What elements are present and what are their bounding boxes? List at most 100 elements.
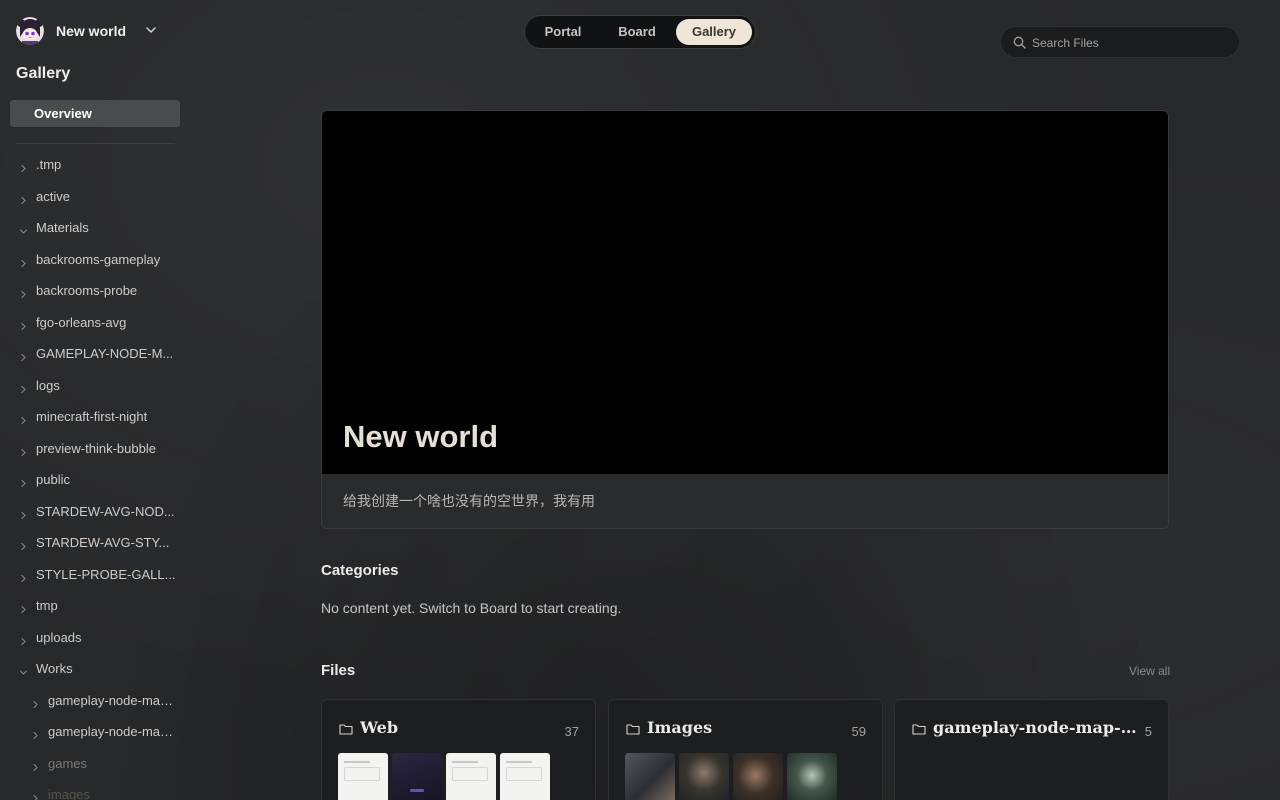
tab-board[interactable]: Board bbox=[615, 19, 659, 45]
tree-item-label: minecraft-first-night bbox=[36, 409, 148, 424]
categories-heading: Categories bbox=[321, 562, 399, 579]
chevron-down-icon[interactable] bbox=[144, 23, 158, 37]
hero-title: New world bbox=[343, 419, 499, 454]
chevron-right-icon[interactable] bbox=[19, 601, 28, 614]
chevron-right-icon[interactable] bbox=[19, 286, 28, 299]
tree-item[interactable]: STARDEW-AVG-NOD... bbox=[0, 496, 190, 528]
tree-item[interactable]: GAMEPLAY-NODE-M... bbox=[0, 338, 190, 370]
chevron-right-icon[interactable] bbox=[19, 444, 28, 456]
chevron-right-icon[interactable] bbox=[19, 538, 28, 551]
chevron-right-icon[interactable] bbox=[31, 696, 40, 708]
chevron-right-icon[interactable] bbox=[19, 475, 28, 488]
overview-button[interactable]: Overview bbox=[10, 100, 180, 127]
sidebar: New world Gallery Overview .tmp active Mat… bbox=[0, 0, 190, 800]
image-thumbnail[interactable] bbox=[733, 753, 783, 800]
hero-description: 给我创建一个啥也没有的空世界，我有用 bbox=[343, 493, 595, 509]
chevron-right-icon[interactable] bbox=[19, 381, 28, 393]
folder-tree: .tmp active Materials backrooms-gameplay bac… bbox=[0, 149, 190, 800]
tree-item[interactable]: uploads bbox=[0, 622, 190, 654]
tree-item-label: active bbox=[36, 188, 70, 204]
chevron-down-icon[interactable] bbox=[19, 664, 28, 675]
file-count: 37 bbox=[564, 724, 579, 739]
workspace-name: New world bbox=[56, 23, 127, 39]
tree-item[interactable]: STYLE-PROBE-GALL... bbox=[0, 559, 190, 591]
card-header: Images bbox=[626, 718, 712, 737]
chevron-right-icon[interactable] bbox=[19, 507, 28, 519]
tab-gallery[interactable]: Gallery bbox=[676, 19, 752, 45]
chevron-right-icon[interactable] bbox=[31, 727, 40, 740]
folder-card-images[interactable]: Images 59 bbox=[608, 699, 883, 800]
thumbnail-strip bbox=[625, 753, 837, 800]
tree-item[interactable]: backrooms-probe bbox=[0, 275, 190, 307]
search-icon bbox=[1013, 36, 1026, 49]
tree-item-label: gameplay-node-map... bbox=[48, 692, 176, 708]
workspace-avatar-icon bbox=[16, 17, 44, 45]
tree-item[interactable]: gameplay-node-map... bbox=[0, 685, 190, 717]
image-thumbnail[interactable] bbox=[787, 753, 837, 800]
tree-item-label: STARDEW-AVG-STY... bbox=[36, 535, 170, 550]
file-thumbnail[interactable] bbox=[500, 753, 550, 800]
card-name: Images bbox=[647, 718, 713, 737]
thumbnail-strip bbox=[338, 753, 550, 800]
folder-icon bbox=[626, 722, 640, 735]
workspace-switcher[interactable]: New world bbox=[16, 17, 156, 45]
tab-portal[interactable]: Portal bbox=[543, 19, 583, 45]
tree-item-label: .tmp bbox=[36, 157, 62, 172]
chevron-right-icon[interactable] bbox=[19, 318, 28, 330]
tree-item[interactable]: .tmp bbox=[0, 149, 190, 181]
view-all-link[interactable]: View all bbox=[1129, 664, 1170, 678]
tree-item-label: GAMEPLAY-NODE-M... bbox=[36, 346, 174, 361]
folder-icon bbox=[912, 722, 926, 735]
tree-item[interactable]: STARDEW-AVG-STY... bbox=[0, 527, 190, 559]
tree-item[interactable]: minecraft-first-night bbox=[0, 401, 190, 433]
files-heading: Files bbox=[321, 662, 356, 679]
chevron-right-icon[interactable] bbox=[19, 349, 28, 362]
tree-item[interactable]: backrooms-gameplay bbox=[0, 244, 190, 276]
folder-icon bbox=[339, 722, 353, 735]
folder-card-gameplay[interactable]: gameplay-node-map-gen… 5 bbox=[894, 699, 1169, 800]
tree-item[interactable]: Materials bbox=[0, 212, 190, 244]
tree-item[interactable]: tmp bbox=[0, 590, 190, 622]
tree-item-label: backrooms-probe bbox=[36, 283, 138, 298]
chevron-right-icon[interactable] bbox=[19, 412, 28, 425]
tree-item-label: public bbox=[36, 472, 70, 487]
tree-item[interactable]: fgo-orleans-avg bbox=[0, 307, 190, 339]
file-thumbnail[interactable] bbox=[338, 753, 388, 800]
folder-card-web[interactable]: Web 37 bbox=[321, 699, 596, 800]
chevron-right-icon[interactable] bbox=[19, 633, 28, 645]
tree-item-label: preview-think-bubble bbox=[36, 440, 156, 456]
search-input[interactable] bbox=[1032, 33, 1228, 53]
chevron-right-icon[interactable] bbox=[19, 192, 28, 204]
tree-item-label: Works bbox=[36, 661, 73, 676]
tree-item[interactable]: images bbox=[0, 779, 190, 800]
image-thumbnail[interactable] bbox=[679, 753, 729, 800]
card-name: Web bbox=[360, 718, 399, 737]
chevron-right-icon[interactable] bbox=[31, 790, 40, 800]
tree-item-label: games bbox=[48, 755, 88, 771]
chevron-right-icon[interactable] bbox=[31, 759, 40, 771]
file-thumbnail[interactable] bbox=[446, 753, 496, 800]
tree-item[interactable]: gameplay-node-map... bbox=[0, 716, 190, 748]
search-bar[interactable] bbox=[1000, 26, 1240, 58]
chevron-down-icon[interactable] bbox=[19, 223, 28, 234]
chevron-right-icon[interactable] bbox=[19, 255, 28, 267]
tree-item[interactable]: active bbox=[0, 181, 190, 213]
tree-item[interactable]: Works bbox=[0, 653, 190, 685]
tree-item-label: uploads bbox=[36, 629, 82, 645]
file-count: 59 bbox=[851, 724, 866, 739]
tree-item-label: backrooms-gameplay bbox=[36, 251, 161, 267]
tree-item[interactable]: preview-think-bubble bbox=[0, 433, 190, 465]
chevron-right-icon[interactable] bbox=[19, 570, 28, 582]
chevron-right-icon[interactable] bbox=[19, 160, 28, 173]
image-thumbnail[interactable] bbox=[625, 753, 675, 800]
tree-item[interactable]: games bbox=[0, 748, 190, 780]
tree-item[interactable]: logs bbox=[0, 370, 190, 402]
card-header: gameplay-node-map-gen… bbox=[912, 718, 1139, 737]
tree-item-label: gameplay-node-map... bbox=[48, 724, 176, 739]
file-thumbnail[interactable] bbox=[392, 753, 442, 800]
tree-item-label: Materials bbox=[36, 220, 89, 235]
card-header: Web bbox=[339, 718, 398, 737]
tree-item[interactable]: public bbox=[0, 464, 190, 496]
tree-item-label: tmp bbox=[36, 598, 58, 613]
tree-item-label: STARDEW-AVG-NOD... bbox=[36, 503, 175, 519]
